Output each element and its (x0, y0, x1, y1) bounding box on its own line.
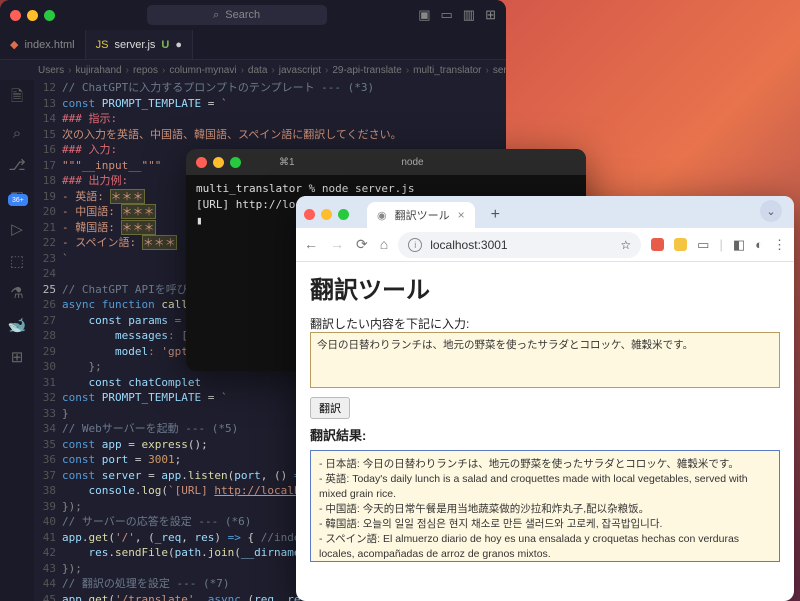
extensions-icon[interactable]: ◧36+ (10, 188, 24, 206)
close-dot[interactable] (196, 157, 207, 168)
debug-icon[interactable]: ▷ (11, 220, 23, 238)
breadcrumb[interactable]: Users›kujirahand›repos›column-mynavi›dat… (0, 60, 506, 80)
activity-bar: 🗎 ⌕ ⎇ ◧36+ ▷ ⬚ ⚗ 🐋 ⊞ (0, 80, 34, 601)
js-icon: JS (96, 39, 109, 51)
star-icon[interactable]: ☆ (620, 238, 631, 252)
editor-tabs: ◆ index.html JS server.js U ● (0, 30, 506, 60)
address-bar[interactable]: i localhost:3001 ☆ (398, 232, 641, 258)
browser-tab-title: 翻訳ツール (395, 207, 450, 223)
minimize-dot[interactable] (321, 209, 332, 220)
zoom-dot[interactable] (44, 10, 55, 21)
search-icon: ⌕ (213, 9, 219, 22)
layout-icon[interactable]: ⊞ (485, 7, 496, 23)
input-textarea[interactable] (310, 332, 780, 388)
minimize-dot[interactable] (213, 157, 224, 168)
page-title: 翻訳ツール (310, 270, 780, 305)
profile-icon[interactable]: ◐ (755, 237, 763, 252)
nav-buttons: ← → ⟳ ⌂ (304, 236, 388, 253)
html-icon: ◆ (10, 38, 18, 51)
globe-icon: ◉ (377, 209, 387, 222)
line-gutter: 1213141516171819202122232425262728293031… (34, 80, 62, 601)
close-dot[interactable] (304, 209, 315, 220)
zoom-dot[interactable] (230, 157, 241, 168)
panel-left-icon[interactable]: ▣ (418, 7, 430, 23)
search-placeholder: Search (225, 9, 260, 21)
badge: 36+ (8, 194, 28, 206)
remote-icon[interactable]: ⬚ (10, 252, 24, 270)
panel-bottom-icon[interactable]: ▭ (440, 7, 452, 23)
input-label: 翻訳したい内容を下記に入力: (310, 315, 780, 332)
modified-indicator: U (161, 39, 169, 51)
terminal-titlebar: ⌘1 node (186, 149, 586, 175)
ext-icon-1[interactable] (651, 238, 664, 251)
browser-chrome-top: ◉ 翻訳ツール × + ⌄ (296, 196, 794, 228)
translate-button[interactable]: 翻訳 (310, 397, 350, 419)
page-content: 翻訳ツール 翻訳したい内容を下記に入力: 翻訳 翻訳結果: - 日本語: 今日の… (296, 262, 794, 601)
layout-controls: ▣ ▭ ▥ ⊞ (418, 7, 496, 23)
ext-icon-2[interactable] (674, 238, 687, 251)
sidepanel-icon[interactable]: ◧ (733, 237, 745, 253)
close-tab-icon[interactable]: × (458, 208, 465, 222)
docker-icon[interactable]: 🐋 (8, 316, 27, 334)
terminal-left-label: ⌘1 (249, 157, 393, 168)
explorer-icon[interactable]: 🗎 (11, 86, 23, 111)
window-controls (304, 209, 349, 220)
tab-label: index.html (24, 39, 74, 51)
result-box: - 日本語: 今日の日替わりランチは、地元の野菜を使ったサラダとコロッケ、雑穀米… (310, 450, 780, 562)
test-icon[interactable]: ⚗ (10, 284, 23, 302)
new-tab-button[interactable]: + (491, 206, 500, 224)
url-text: localhost:3001 (430, 238, 507, 252)
menu-icon[interactable]: ⋮ (773, 237, 786, 253)
terminal-title: node (401, 157, 423, 168)
toolbar-icons: ▭ | ◧ ◐ ⋮ (651, 237, 786, 253)
back-icon[interactable]: ← (304, 236, 318, 253)
window-controls (196, 157, 241, 168)
browser-window: ◉ 翻訳ツール × + ⌄ ← → ⟳ ⌂ i localhost:3001 ☆… (296, 196, 794, 601)
browser-toolbar: ← → ⟳ ⌂ i localhost:3001 ☆ ▭ | ◧ ◐ ⋮ (296, 228, 794, 262)
close-dot[interactable] (10, 10, 21, 21)
browser-tab[interactable]: ◉ 翻訳ツール × (367, 202, 475, 228)
result-label: 翻訳結果: (310, 425, 780, 444)
bookmark-icon[interactable]: ▭ (697, 237, 709, 253)
vscode-titlebar: ⌕ Search ▣ ▭ ▥ ⊞ (0, 0, 506, 30)
forward-icon[interactable]: → (330, 236, 344, 253)
browser-tabstrip: ◉ 翻訳ツール × + ⌄ (296, 196, 794, 228)
tab-dirty-dot: ● (175, 39, 182, 51)
panel-right-icon[interactable]: ▥ (463, 7, 475, 23)
site-info-icon[interactable]: i (408, 238, 422, 252)
ext-icon[interactable]: ⊞ (11, 348, 24, 366)
reload-icon[interactable]: ⟳ (356, 236, 368, 253)
command-search[interactable]: ⌕ Search (147, 5, 327, 25)
search-icon[interactable]: ⌕ (13, 125, 21, 142)
window-controls (10, 10, 55, 21)
minimize-dot[interactable] (27, 10, 38, 21)
scm-icon[interactable]: ⎇ (8, 156, 25, 174)
zoom-dot[interactable] (338, 209, 349, 220)
tab-label: server.js (114, 39, 155, 51)
home-icon[interactable]: ⌂ (380, 236, 388, 253)
tab-index-html[interactable]: ◆ index.html (0, 30, 86, 59)
tab-server-js[interactable]: JS server.js U ● (86, 30, 193, 59)
chevron-down-icon[interactable]: ⌄ (760, 200, 782, 222)
